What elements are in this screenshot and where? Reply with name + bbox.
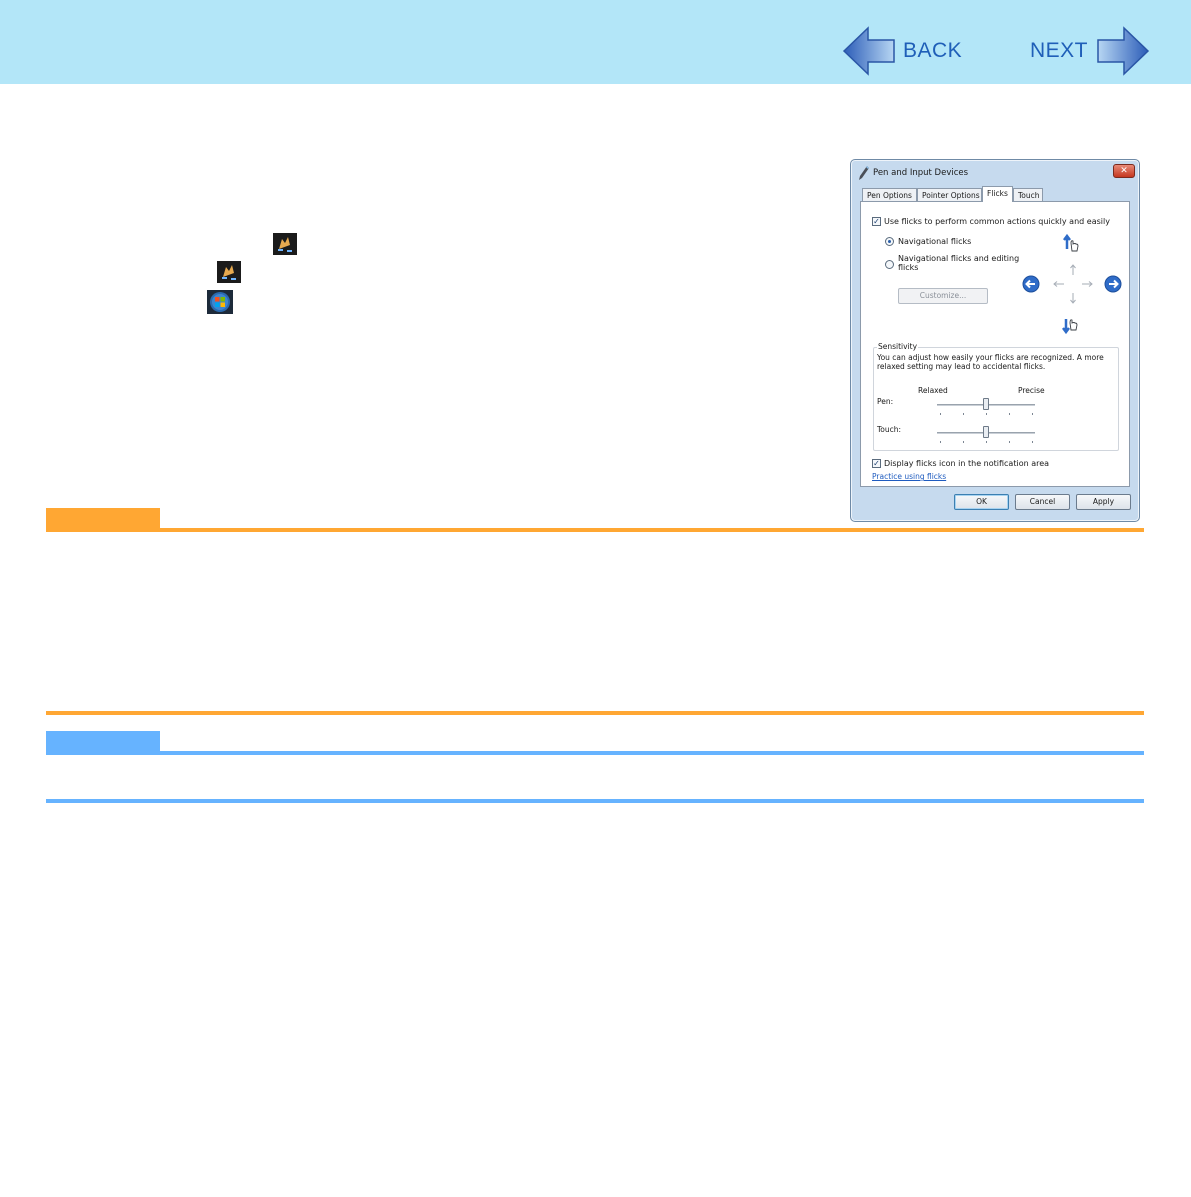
radio-navigational-editing-flicks[interactable] xyxy=(885,260,894,269)
dialog-titlebar[interactable]: Pen and Input Devices ✕ xyxy=(851,160,1139,186)
note-bottom-rule xyxy=(46,799,1144,803)
tab-label: Pen Options xyxy=(867,191,912,200)
display-flicks-icon-label: Display flicks icon in the notification … xyxy=(884,459,1050,468)
slider-tick xyxy=(1032,413,1033,415)
slider-tick xyxy=(986,413,987,415)
next-arrow-icon xyxy=(1097,26,1150,76)
close-icon: ✕ xyxy=(1120,166,1128,176)
ok-button[interactable]: OK xyxy=(954,494,1009,510)
dialog-title: Pen and Input Devices xyxy=(873,168,969,178)
flick-up-hand-icon xyxy=(1063,233,1079,252)
use-flicks-checkbox[interactable]: ✓ xyxy=(872,217,881,226)
back-label: BACK xyxy=(903,39,963,62)
sensitivity-description-line1: You can adjust how easily your flicks ar… xyxy=(877,353,1104,362)
slider-tick xyxy=(1032,441,1033,443)
touch-slider-thumb[interactable] xyxy=(983,426,989,438)
next-button[interactable]: NEXT xyxy=(1028,26,1150,76)
radio-navigational-label: Navigational flicks xyxy=(898,237,972,246)
radio-editing-label-line2: flicks xyxy=(898,263,919,272)
apply-button[interactable]: Apply xyxy=(1076,494,1131,510)
apply-label: Apply xyxy=(1092,497,1115,506)
note-top-rule xyxy=(46,751,1144,755)
flick-down-hand-icon xyxy=(1062,319,1078,335)
precise-label: Precise xyxy=(1018,386,1045,395)
caution-tab xyxy=(46,508,160,530)
slider-tick xyxy=(963,413,964,415)
back-button[interactable]: BACK xyxy=(842,26,972,76)
pen-slider-thumb[interactable] xyxy=(983,398,989,410)
cancel-label: Cancel xyxy=(1029,497,1056,506)
customize-label: Customize... xyxy=(919,291,967,300)
slider-tick xyxy=(940,413,941,415)
page-header: BACK NEXT xyxy=(0,0,1191,84)
practice-flicks-link[interactable]: Practice using flicks xyxy=(872,472,946,481)
tab-pen-options[interactable]: Pen Options xyxy=(862,188,917,202)
tab-flicks[interactable]: Flicks xyxy=(982,186,1013,202)
sensitivity-description-line2: relaxed setting may lead to accidental f… xyxy=(877,362,1046,371)
caution-top-rule xyxy=(46,528,1144,532)
radio-navigational-flicks[interactable] xyxy=(885,237,894,246)
pen-input-devices-dialog: Pen and Input Devices ✕ Pen Options Poin… xyxy=(850,159,1140,522)
cancel-button[interactable]: Cancel xyxy=(1015,494,1070,510)
slider-tick xyxy=(940,441,941,443)
flicks-tray-icon xyxy=(217,261,241,283)
flicks-tray-icon xyxy=(273,233,297,255)
tab-label: Flicks xyxy=(987,189,1008,198)
windows-start-icon xyxy=(207,290,233,314)
next-label: NEXT xyxy=(1030,39,1089,62)
radio-editing-label-line1: Navigational flicks and editing xyxy=(898,254,1020,263)
tab-label: Pointer Options xyxy=(922,191,980,200)
tab-touch[interactable]: Touch xyxy=(1013,188,1043,202)
left-arrow-icon xyxy=(1022,275,1040,293)
ok-label: OK xyxy=(976,497,987,506)
slider-tick xyxy=(1009,413,1010,415)
tab-pointer-options[interactable]: Pointer Options xyxy=(917,188,982,202)
right-arrow-icon xyxy=(1104,275,1122,293)
caution-bottom-rule xyxy=(46,711,1144,715)
slider-tick xyxy=(986,441,987,443)
pen-icon xyxy=(859,166,869,180)
close-button[interactable]: ✕ xyxy=(1113,164,1135,178)
note-tab xyxy=(46,731,160,753)
use-flicks-label: Use flicks to perform common actions qui… xyxy=(884,217,1110,226)
relaxed-label: Relaxed xyxy=(918,386,948,395)
display-flicks-icon-checkbox[interactable]: ✓ xyxy=(872,459,881,468)
sensitivity-legend: Sensitivity xyxy=(877,342,919,351)
slider-tick xyxy=(963,441,964,443)
customize-button[interactable]: Customize... xyxy=(898,288,988,304)
flicks-panel: ✓ Use flicks to perform common actions q… xyxy=(860,201,1130,487)
touch-label: Touch: xyxy=(877,425,902,434)
pen-label: Pen: xyxy=(877,397,894,406)
slider-tick xyxy=(1009,441,1010,443)
back-arrow-icon xyxy=(842,26,895,76)
tab-label: Touch xyxy=(1018,191,1040,200)
